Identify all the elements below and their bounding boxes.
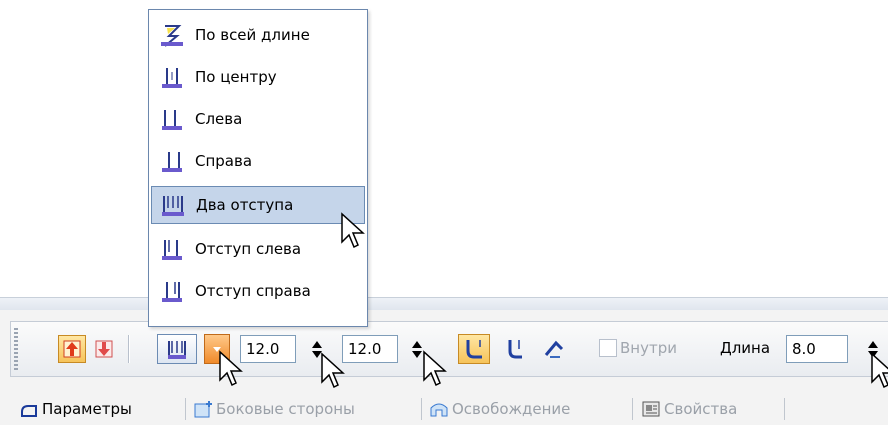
- direction-forward-icon: [63, 340, 81, 358]
- direction-reverse-button[interactable]: [90, 335, 118, 363]
- tab-label: Боковые стороны: [216, 400, 355, 418]
- sides-icon: [194, 401, 212, 418]
- panel-header-strip: [0, 297, 888, 310]
- mouse-cursor-icon: [219, 350, 243, 387]
- menu-item-label: Два отступа: [196, 196, 294, 214]
- tab-properties[interactable]: Свойства: [640, 394, 737, 424]
- tab-label: Свойства: [664, 400, 738, 418]
- center-icon: [162, 68, 182, 88]
- release-icon: [430, 403, 448, 417]
- menu-item-label: По центру: [195, 68, 277, 86]
- spin-up-icon: [412, 340, 422, 348]
- spin-up-icon: [868, 340, 878, 348]
- mouse-cursor-icon: [321, 352, 345, 389]
- menu-item-label: Справа: [195, 152, 253, 170]
- offset1-field[interactable]: 12.0: [240, 335, 296, 363]
- mouse-cursor-icon: [423, 350, 447, 387]
- menu-item-label: Отступ слева: [195, 240, 302, 258]
- length-field[interactable]: 8.0: [786, 335, 848, 363]
- menu-item-full-length[interactable]: По всей длине: [151, 16, 365, 54]
- two-offsets-icon: [168, 341, 186, 359]
- bend-diagonal-icon: [544, 340, 564, 358]
- right-icon: [162, 152, 182, 172]
- mouse-cursor-icon: [871, 352, 888, 389]
- tab-parameters[interactable]: Параметры: [18, 394, 132, 424]
- direction-forward-button[interactable]: [58, 335, 86, 363]
- inside-checkbox[interactable]: [599, 339, 617, 357]
- offset2-field[interactable]: 12.0: [342, 335, 398, 363]
- menu-item-label: Отступ справа: [195, 282, 311, 300]
- parameters-icon: [21, 405, 37, 417]
- full-length-icon: [161, 25, 183, 47]
- inside-label: Внутри: [620, 339, 677, 357]
- direction-reverse-icon: [95, 340, 113, 358]
- bend-outside-icon: [466, 340, 482, 359]
- menu-item-offset-right[interactable]: Отступ справа: [151, 272, 365, 310]
- spin-down-icon: [412, 350, 422, 358]
- menu-item-left[interactable]: Слева: [151, 100, 365, 138]
- mouse-cursor-icon: [341, 212, 365, 249]
- bend-inside-icon: [508, 340, 522, 359]
- tab-sides[interactable]: Боковые стороны: [192, 394, 355, 424]
- left-icon: [162, 110, 182, 130]
- properties-icon: [642, 401, 660, 417]
- tab-label: Освобождение: [452, 400, 571, 418]
- menu-item-two-offsets[interactable]: Два отступа: [151, 186, 365, 224]
- bend-outside-button[interactable]: [458, 334, 490, 364]
- bend-diagonal-button[interactable]: [540, 335, 568, 363]
- menu-item-label: По всей длине: [195, 26, 310, 44]
- toolbar-grip[interactable]: [14, 328, 18, 370]
- two-offsets-icon: [162, 196, 184, 216]
- placement-mode-button[interactable]: [157, 334, 197, 364]
- offset-right-icon: [162, 282, 182, 302]
- tab-release[interactable]: Освобождение: [428, 394, 570, 424]
- spin-up-icon: [312, 340, 322, 348]
- tab-label: Параметры: [42, 400, 132, 418]
- placement-menu: По всей длине По центру Слева Справа Два…: [148, 9, 368, 327]
- offset-left-icon: [162, 240, 182, 260]
- menu-item-center[interactable]: По центру: [151, 58, 365, 96]
- length-label: Длина: [720, 339, 771, 357]
- menu-item-right[interactable]: Справа: [151, 142, 365, 180]
- bend-inside-button[interactable]: [500, 335, 528, 363]
- menu-item-offset-left[interactable]: Отступ слева: [151, 230, 365, 268]
- menu-item-label: Слева: [195, 110, 243, 128]
